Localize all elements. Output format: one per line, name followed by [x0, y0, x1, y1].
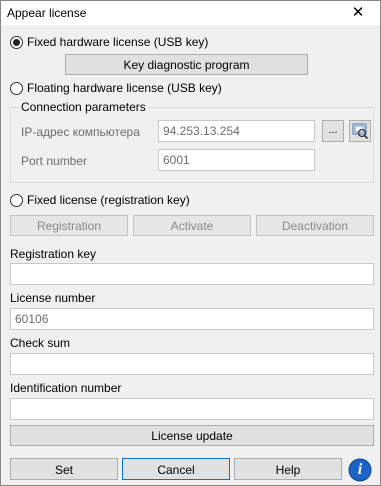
window-title: Appear license: [7, 6, 87, 20]
activate-button[interactable]: Activate: [133, 215, 251, 236]
identification-number-input[interactable]: [10, 398, 374, 420]
info-icon-glyph: i: [357, 461, 363, 478]
connection-parameters-group: [10, 107, 374, 183]
browse-button[interactable]: ...: [322, 120, 344, 142]
deactivation-button[interactable]: Deactivation: [256, 215, 374, 236]
license-number-input[interactable]: 60106: [10, 308, 374, 330]
check-sum-label: Check sum: [10, 336, 71, 350]
port-input[interactable]: 6001: [158, 149, 315, 171]
identification-number-label: Identification number: [10, 381, 122, 395]
info-icon[interactable]: i: [348, 458, 372, 482]
radio-registration-license[interactable]: [10, 194, 23, 207]
registration-key-label: Registration key: [10, 247, 97, 261]
registration-button[interactable]: Registration: [10, 215, 128, 236]
check-sum-input[interactable]: [10, 353, 374, 375]
registration-key-input[interactable]: [10, 263, 374, 285]
close-icon[interactable]: ✕: [336, 1, 380, 25]
license-update-button[interactable]: License update: [10, 425, 374, 446]
ip-input[interactable]: 94.253.13.254: [158, 120, 315, 142]
license-number-label: License number: [10, 291, 96, 305]
title-bar: Appear license ✕: [1, 1, 380, 25]
radio-usb-label[interactable]: Fixed hardware license (USB key): [27, 35, 208, 49]
set-button[interactable]: Set: [10, 458, 118, 480]
network-search-icon[interactable]: [349, 120, 371, 142]
key-diagnostic-button[interactable]: Key diagnostic program: [65, 54, 308, 75]
radio-floating-license[interactable]: [10, 82, 23, 95]
ip-label: IP-адрес компьютера: [21, 125, 140, 139]
radio-usb-license[interactable]: [10, 36, 23, 49]
radio-floating-label[interactable]: Floating hardware license (USB key): [27, 81, 222, 95]
cancel-button[interactable]: Cancel: [122, 458, 230, 480]
help-button[interactable]: Help: [234, 458, 342, 480]
radio-registration-label[interactable]: Fixed license (registration key): [27, 193, 190, 207]
connection-parameters-title: Connection parameters: [19, 100, 148, 114]
dialog-window: Appear license ✕ Fixed hardware license …: [0, 0, 381, 486]
port-label: Port number: [21, 154, 88, 168]
